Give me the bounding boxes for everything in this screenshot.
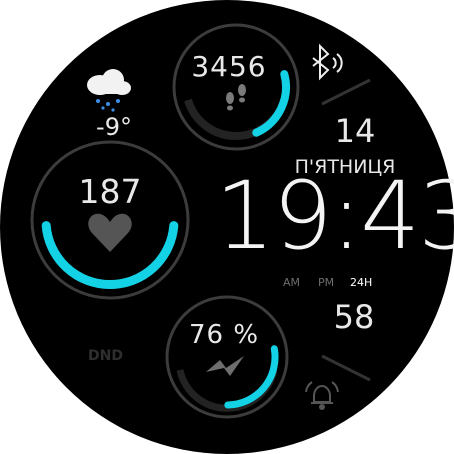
date-day: 14 <box>334 112 376 150</box>
time-display: 19:43 <box>215 170 454 264</box>
am-indicator: AM <box>283 276 301 289</box>
h24-indicator: 24H <box>350 276 373 289</box>
weather-temperature: -9° <box>96 113 132 141</box>
steps-value: 3456 <box>191 50 267 83</box>
heart-rate-value: 187 <box>78 172 142 211</box>
time-minutes: 43 <box>360 162 454 271</box>
dnd-label[interactable]: DND <box>88 348 123 364</box>
battery-value: 76 % <box>188 320 260 350</box>
time-hours: 19 <box>215 162 333 271</box>
seconds-value: 58 <box>333 298 375 336</box>
time-separator: : <box>330 162 363 271</box>
pm-indicator: PM <box>318 276 335 289</box>
